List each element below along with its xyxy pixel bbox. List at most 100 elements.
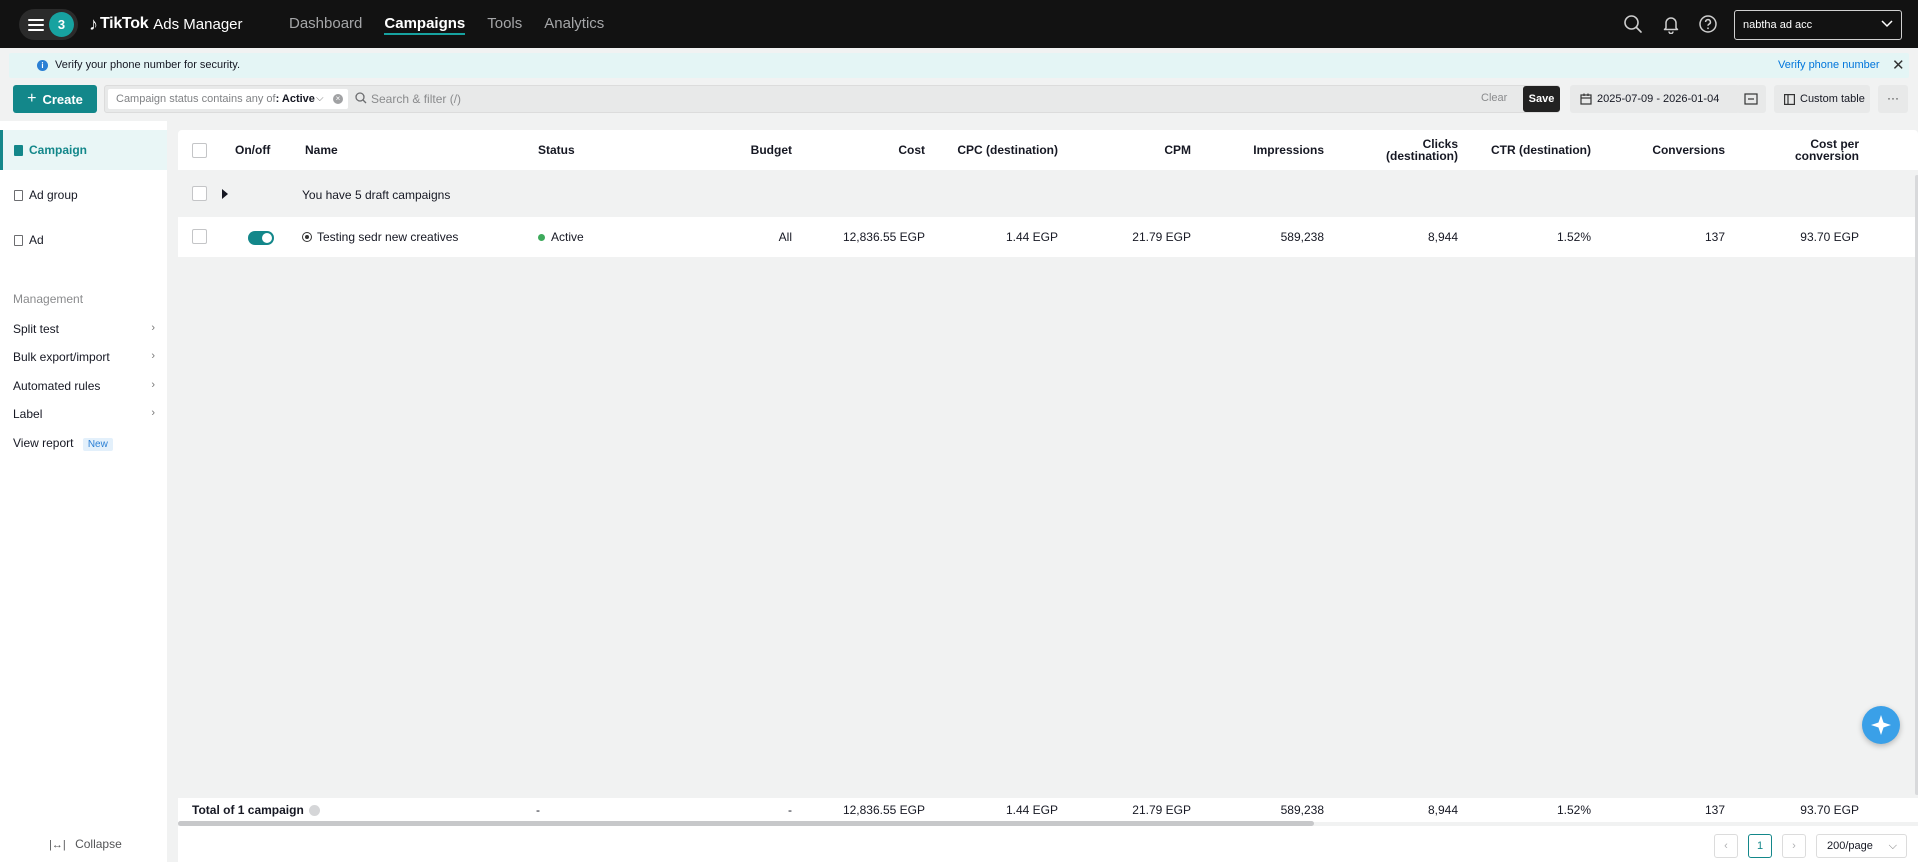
date-range-picker[interactable]: 2025-07-09 - 2026-01-04 bbox=[1570, 85, 1740, 113]
table-header: On/off Name Status Budget Cost CPC (dest… bbox=[178, 130, 1918, 170]
sidebar-item-view-report[interactable]: View report New bbox=[13, 436, 153, 451]
draft-campaigns-text: You have 5 draft campaigns bbox=[302, 188, 451, 202]
search-filter-input[interactable] bbox=[371, 90, 1471, 108]
nav-dashboard[interactable]: Dashboard bbox=[278, 0, 373, 48]
date-range-text: 2025-07-09 - 2026-01-04 bbox=[1597, 93, 1720, 105]
collapse-icon: |↔| bbox=[49, 839, 66, 851]
conversions-cell: 137 bbox=[1704, 230, 1725, 244]
next-page-button[interactable]: › bbox=[1782, 834, 1806, 858]
more-options-button[interactable]: ··· bbox=[1878, 85, 1908, 113]
hamburger-icon bbox=[28, 18, 44, 31]
search-icon bbox=[355, 92, 367, 104]
chevron-right-icon: › bbox=[151, 322, 155, 334]
page-size-value: 200/page bbox=[1827, 840, 1873, 852]
chevron-down-icon bbox=[1881, 20, 1893, 28]
campaign-name[interactable]: Testing sedr new creatives bbox=[317, 230, 458, 244]
filter-bar: Campaign status contains any of: Active … bbox=[104, 85, 1560, 113]
save-filter-button[interactable]: Save bbox=[1523, 86, 1560, 112]
sidebar-item-label: Automated rules bbox=[13, 379, 101, 393]
column-header-status[interactable]: Status bbox=[538, 130, 575, 170]
expand-caret-icon[interactable] bbox=[222, 189, 228, 199]
total-impressions-cell: 589,238 bbox=[1280, 803, 1324, 817]
column-header-cost[interactable]: Cost bbox=[798, 130, 925, 170]
compare-dates-button[interactable] bbox=[1736, 85, 1766, 113]
verify-phone-link[interactable]: Verify phone number bbox=[1778, 59, 1880, 71]
status-text: Active bbox=[551, 230, 584, 244]
column-header-clicks[interactable]: Clicks (destination) bbox=[1374, 130, 1458, 170]
total-cost-cell: 12,836.55 EGP bbox=[842, 803, 925, 817]
page-button-current[interactable]: 1 bbox=[1748, 834, 1772, 858]
ai-assistant-button[interactable] bbox=[1862, 706, 1900, 744]
ctr-cell: 1.52% bbox=[1556, 230, 1591, 244]
sidebar-item-label: Bulk export/import bbox=[13, 350, 110, 364]
chevron-down-icon: ⌵ bbox=[1888, 840, 1897, 852]
prev-page-button[interactable]: ‹ bbox=[1714, 834, 1738, 858]
info-icon: i bbox=[37, 60, 48, 71]
management-heading: Management bbox=[13, 292, 84, 306]
bell-icon[interactable] bbox=[1661, 14, 1681, 35]
account-selector[interactable]: nabtha ad acc bbox=[1734, 10, 1902, 40]
column-header-cpc[interactable]: CPC (destination) bbox=[928, 130, 1058, 170]
folder-icon bbox=[14, 144, 23, 156]
column-header-cpm[interactable]: CPM bbox=[1068, 130, 1191, 170]
search-icon[interactable] bbox=[1623, 14, 1643, 34]
collapse-sidebar-button[interactable]: |↔| Collapse bbox=[49, 837, 122, 851]
logo-brand-text: TikTok bbox=[100, 15, 149, 32]
create-button[interactable]: + Create bbox=[13, 85, 97, 113]
campaign-name-cell[interactable]: Testing sedr new creatives bbox=[302, 217, 458, 257]
total-label-text: Total of 1 campaign bbox=[192, 803, 304, 817]
logo-product-text: Ads Manager bbox=[153, 15, 243, 33]
chevron-down-icon[interactable]: ⌵ bbox=[316, 89, 324, 109]
nav-campaigns[interactable]: Campaigns bbox=[373, 0, 476, 48]
sidebar-item-ad[interactable]: Ad bbox=[0, 220, 167, 260]
custom-table-button[interactable]: Custom table bbox=[1774, 85, 1870, 113]
total-budget-cell: - bbox=[788, 803, 792, 817]
chevron-right-icon: › bbox=[151, 350, 155, 362]
sparkle-icon bbox=[1871, 715, 1891, 735]
page-size-select[interactable]: 200/page ⌵ bbox=[1816, 834, 1907, 858]
row-checkbox[interactable] bbox=[192, 229, 207, 244]
total-cpc-cell: 1.44 EGP bbox=[1005, 803, 1058, 817]
sidebar-item-split-test[interactable]: Split test › bbox=[13, 322, 155, 336]
remove-filter-icon[interactable]: × bbox=[333, 94, 343, 104]
table-row[interactable]: Testing sedr new creatives Active All 12… bbox=[178, 217, 1918, 257]
sidebar-item-bulk-export-import[interactable]: Bulk export/import › bbox=[13, 350, 155, 364]
nav-tools[interactable]: Tools bbox=[476, 0, 533, 48]
column-header-budget[interactable]: Budget bbox=[668, 130, 792, 170]
total-clicks-cell: 8,944 bbox=[1427, 803, 1458, 817]
column-header-impressions[interactable]: Impressions bbox=[1198, 130, 1324, 170]
tiktok-ads-manager-logo[interactable]: ♪ TikTok Ads Manager bbox=[89, 13, 243, 35]
nav-analytics[interactable]: Analytics bbox=[533, 0, 615, 48]
column-header-conversions[interactable]: Conversions bbox=[1598, 130, 1725, 170]
draft-campaigns-row[interactable]: You have 5 draft campaigns bbox=[178, 175, 1918, 212]
sidebar-item-automated-rules[interactable]: Automated rules › bbox=[13, 379, 155, 393]
sidebar-item-label-tool[interactable]: Label › bbox=[13, 407, 155, 421]
total-row: Total of 1 campaign - - 12,836.55 EGP 1.… bbox=[178, 798, 1918, 822]
top-nav: Dashboard Campaigns Tools Analytics bbox=[278, 0, 615, 48]
status-filter-chip[interactable]: Campaign status contains any of: Active … bbox=[108, 89, 348, 109]
notification-count-badge: 3 bbox=[49, 12, 74, 37]
sidebar-item-label: View report bbox=[13, 436, 74, 450]
sidebar-item-label: Label bbox=[13, 407, 43, 421]
info-icon[interactable] bbox=[308, 804, 320, 816]
campaign-on-off-toggle[interactable] bbox=[248, 231, 274, 245]
clear-filters-button[interactable]: Clear bbox=[1481, 92, 1507, 104]
help-icon[interactable] bbox=[1698, 14, 1718, 34]
cost-cell: 12,836.55 EGP bbox=[842, 230, 925, 244]
column-header-onoff[interactable]: On/off bbox=[235, 130, 270, 170]
column-header-cost-per-conversion[interactable]: Cost per conversion bbox=[1778, 130, 1859, 170]
sidebar-item-ad-group[interactable]: Ad group bbox=[0, 175, 167, 215]
column-header-ctr[interactable]: CTR (destination) bbox=[1468, 130, 1591, 170]
tiktok-note-icon: ♪ bbox=[89, 13, 98, 34]
active-status-dot bbox=[538, 233, 545, 241]
select-all-checkbox[interactable] bbox=[192, 143, 207, 158]
total-cost-per-conversion-cell: 93.70 EGP bbox=[1800, 803, 1859, 817]
top-navigation-bar: 3 ♪ TikTok Ads Manager Dashboard Campaig… bbox=[0, 0, 1918, 48]
column-header-name[interactable]: Name bbox=[305, 130, 338, 170]
close-icon[interactable]: ✕ bbox=[1892, 56, 1905, 74]
main-menu-button[interactable]: 3 bbox=[19, 9, 78, 40]
sidebar-item-campaign[interactable]: Campaign bbox=[0, 130, 167, 170]
total-cpm-cell: 21.79 EGP bbox=[1132, 803, 1191, 817]
draft-row-checkbox[interactable] bbox=[192, 186, 207, 201]
campaign-objective-icon bbox=[302, 232, 312, 242]
